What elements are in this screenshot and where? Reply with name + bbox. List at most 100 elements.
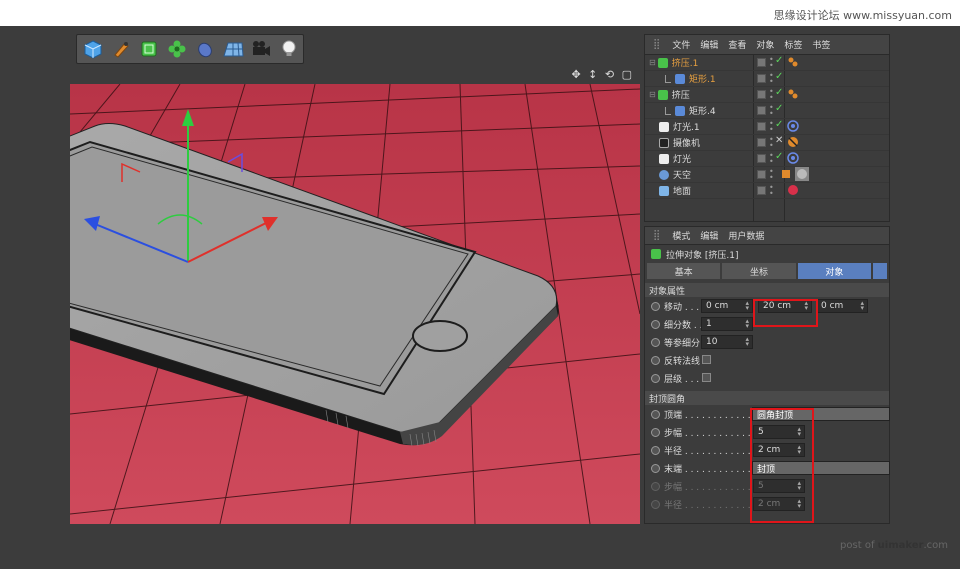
- visibility-toggle[interactable]: [757, 170, 766, 179]
- tab-coordinates[interactable]: 坐标: [722, 263, 796, 279]
- iso-label: 等参细分: [664, 338, 701, 349]
- watermark-top: 思缘设计论坛 www.missyuan.com: [773, 9, 952, 22]
- object-row-extrude1[interactable]: ⊟ 挤压.1 • • ✓: [645, 55, 889, 71]
- visibility-toggle[interactable]: [757, 74, 766, 83]
- object-row-rectangle1[interactable]: 矩形.1 • • ✓: [645, 71, 889, 87]
- render-dots-icon[interactable]: • •: [769, 168, 774, 182]
- cloner-icon[interactable]: [164, 37, 189, 62]
- iso-field[interactable]: 10 ▴ ▾: [701, 335, 753, 349]
- menu-tags[interactable]: 标签: [784, 38, 802, 51]
- 3d-viewport[interactable]: [70, 84, 640, 524]
- menu-view[interactable]: 查看: [728, 38, 746, 51]
- visibility-toggle[interactable]: [757, 106, 766, 115]
- pen-icon[interactable]: [108, 37, 133, 62]
- param-flip-normals: 反转法线: [645, 351, 889, 369]
- render-dots-icon[interactable]: • •: [769, 56, 774, 70]
- move-x-field[interactable]: 0 cm ▴ ▾: [701, 299, 753, 313]
- object-name: 挤压: [671, 91, 690, 101]
- enabled-check-icon[interactable]: ✓: [775, 103, 783, 114]
- object-name: 天空: [673, 171, 692, 181]
- object-name: 灯光.1: [673, 123, 700, 133]
- target-tag-icon[interactable]: [787, 152, 799, 164]
- expand-toggle-icon[interactable]: ⊟: [649, 58, 656, 67]
- animate-radio-icon[interactable]: [651, 409, 660, 419]
- cube-icon[interactable]: [80, 37, 105, 62]
- object-row-floor[interactable]: 地面 • •: [645, 183, 889, 199]
- subdiv-field[interactable]: 1 ▴ ▾: [701, 317, 753, 331]
- animate-radio-icon[interactable]: [651, 427, 660, 437]
- menu-edit[interactable]: 编辑: [700, 38, 718, 51]
- protection-tag-icon[interactable]: [787, 136, 799, 148]
- floor-grid-icon[interactable]: [220, 37, 245, 62]
- enabled-check-icon[interactable]: ✓: [775, 151, 783, 162]
- camera-icon[interactable]: [248, 37, 273, 62]
- camera-icon: [659, 137, 669, 148]
- enabled-check-icon[interactable]: ✓: [775, 71, 783, 82]
- viewport-nav-icons[interactable]: ✥ ↕ ⟲ ▢: [571, 68, 634, 81]
- render-dots-icon[interactable]: • •: [769, 184, 774, 198]
- radius2-label: 半径 . . . . . . . . . . . . .: [664, 500, 757, 511]
- menu-user-data[interactable]: 用户数据: [728, 229, 764, 242]
- object-row-light1[interactable]: 灯光.1 • • ✓: [645, 119, 889, 135]
- section-object-properties: 对象属性: [645, 283, 889, 297]
- menu-bookmarks[interactable]: 书签: [812, 38, 830, 51]
- animate-radio-icon[interactable]: [651, 319, 660, 329]
- tag-icon[interactable]: [787, 88, 799, 100]
- object-name: 挤压.1: [671, 59, 699, 69]
- object-row-extrude[interactable]: ⊟ 挤压 • • ✓: [645, 87, 889, 103]
- expand-toggle-icon[interactable]: ⊟: [649, 90, 656, 99]
- render-dots-icon[interactable]: • •: [769, 88, 774, 102]
- menu-mode[interactable]: 模式: [672, 229, 690, 242]
- render-dots-icon[interactable]: • •: [769, 136, 774, 150]
- animate-radio-icon[interactable]: [651, 445, 660, 455]
- visibility-toggle[interactable]: [757, 90, 766, 99]
- render-dots-icon[interactable]: • •: [769, 104, 774, 118]
- tab-basic[interactable]: 基本: [647, 263, 721, 279]
- attribute-manager-menubar: ⣿ 模式 编辑 用户数据: [645, 227, 889, 245]
- enabled-check-icon[interactable]: ✓: [775, 55, 783, 66]
- enabled-check-icon[interactable]: ✓: [775, 119, 783, 130]
- target-tag-icon[interactable]: [787, 120, 799, 132]
- move-z-field[interactable]: 0 cm ▴ ▾: [816, 299, 868, 313]
- visibility-toggle[interactable]: [757, 186, 766, 195]
- object-row-light[interactable]: 灯光 • • ✓: [645, 151, 889, 167]
- animate-radio-icon[interactable]: [651, 337, 660, 347]
- grip-icon[interactable]: ⣿: [653, 230, 660, 241]
- hier-checkbox[interactable]: [702, 373, 711, 382]
- spline-icon: [675, 73, 685, 84]
- render-dots-icon[interactable]: • •: [769, 120, 774, 134]
- enabled-x-icon[interactable]: ✕: [775, 135, 783, 146]
- visibility-toggle[interactable]: [757, 154, 766, 163]
- animate-radio-icon[interactable]: [651, 463, 660, 473]
- bottom-margin: [0, 524, 960, 569]
- flip-checkbox[interactable]: [702, 355, 711, 364]
- right-margin: [890, 26, 960, 524]
- visibility-toggle[interactable]: [757, 138, 766, 147]
- menu-objects[interactable]: 对象: [756, 38, 774, 51]
- tab-object[interactable]: 对象: [797, 263, 871, 279]
- subdivision-icon[interactable]: [136, 37, 161, 62]
- object-row-rectangle4[interactable]: 矩形.4 • • ✓: [645, 103, 889, 119]
- viewport-header: ✥ ↕ ⟲ ▢: [70, 66, 640, 84]
- animate-radio-icon[interactable]: [651, 301, 660, 311]
- animate-radio-icon[interactable]: [651, 373, 660, 383]
- object-row-sky[interactable]: 天空 • •: [645, 167, 889, 183]
- tag-icon[interactable]: [787, 56, 799, 68]
- subdiv-label: 细分数 . .: [664, 320, 703, 331]
- object-row-camera[interactable]: 摄像机 • • ✕: [645, 135, 889, 151]
- enabled-check-icon[interactable]: ✓: [775, 87, 783, 98]
- render-dots-icon[interactable]: • •: [769, 72, 774, 86]
- deformer-icon[interactable]: [192, 37, 217, 62]
- menu-edit[interactable]: 编辑: [700, 229, 718, 242]
- material-tag-icon[interactable]: [795, 167, 809, 181]
- visibility-toggle[interactable]: [757, 122, 766, 131]
- tab-overflow[interactable]: [872, 263, 887, 279]
- render-dots-icon[interactable]: • •: [769, 152, 774, 166]
- material-tag-icon[interactable]: [787, 184, 799, 196]
- grip-icon[interactable]: ⣿: [653, 39, 660, 50]
- animate-radio-icon[interactable]: [651, 355, 660, 365]
- menu-file[interactable]: 文件: [672, 38, 690, 51]
- compositing-tag-icon[interactable]: [781, 168, 791, 180]
- visibility-toggle[interactable]: [757, 58, 766, 67]
- light-bulb-icon[interactable]: [276, 37, 301, 62]
